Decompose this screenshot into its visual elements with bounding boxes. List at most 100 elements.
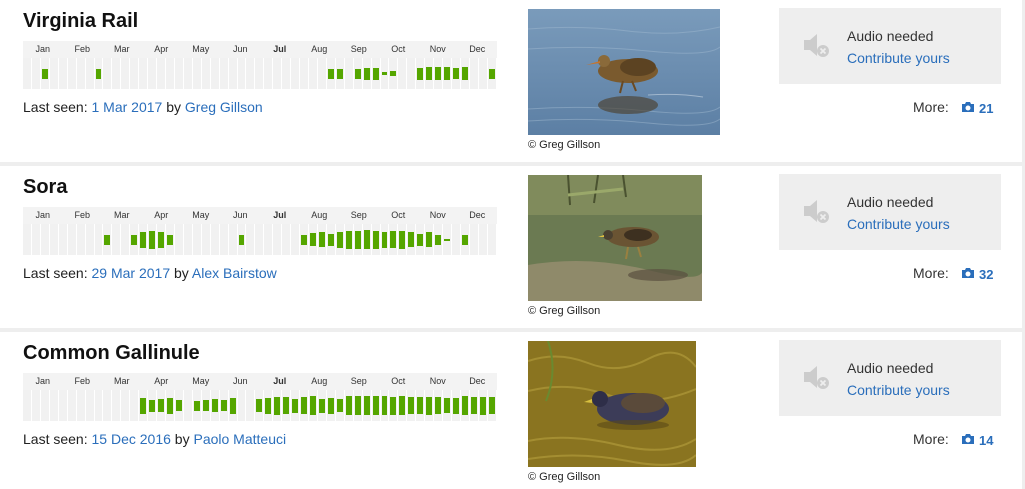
week-cell[interactable] [121,390,131,421]
week-cell[interactable] [94,390,104,421]
week-cell[interactable] [487,390,497,421]
week-cell[interactable] [443,390,452,421]
week-cell[interactable] [23,58,32,89]
week-cell[interactable] [371,390,381,421]
week-cell[interactable] [407,224,417,255]
week-cell[interactable] [389,390,399,421]
week-cell[interactable] [183,224,193,255]
week-cell[interactable] [148,390,158,421]
week-cell[interactable] [94,58,104,89]
week-cell[interactable] [362,224,372,255]
week-cell[interactable] [469,224,479,255]
week-cell[interactable] [49,224,59,255]
week-cell[interactable] [246,58,256,89]
week-cell[interactable] [487,224,497,255]
week-cell[interactable] [76,390,86,421]
week-cell[interactable] [317,58,327,89]
week-cell[interactable] [49,390,59,421]
week-cell[interactable] [291,58,301,89]
week-cell[interactable] [148,58,158,89]
week-cell[interactable] [398,390,408,421]
week-cell[interactable] [309,390,318,421]
contribute-audio-link[interactable]: Contribute yours [847,50,950,66]
week-cell[interactable] [344,58,354,89]
week-cell[interactable] [344,224,354,255]
week-cell[interactable] [210,224,220,255]
week-cell[interactable] [192,390,202,421]
week-cell[interactable] [452,58,461,89]
week-cell[interactable] [425,224,435,255]
week-cell[interactable] [335,224,345,255]
week-cell[interactable] [282,224,292,255]
week-cell[interactable] [237,224,247,255]
week-cell[interactable] [389,224,399,255]
week-cell[interactable] [255,58,265,89]
week-cell[interactable] [103,390,113,421]
week-cell[interactable] [76,224,86,255]
species-name[interactable]: Virginia Rail [23,10,138,33]
observer-link[interactable]: Paolo Matteuci [193,431,286,447]
week-cell[interactable] [344,390,354,421]
week-cell[interactable] [300,224,309,255]
week-cell[interactable] [264,224,274,255]
contribute-audio-link[interactable]: Contribute yours [847,216,950,232]
photo-count-link[interactable]: 32 [961,267,993,282]
week-cell[interactable] [487,58,497,89]
week-cell[interactable] [192,224,202,255]
week-cell[interactable] [398,58,408,89]
week-cell[interactable] [201,224,211,255]
week-cell[interactable] [76,58,86,89]
week-cell[interactable] [121,224,131,255]
week-cell[interactable] [210,58,220,89]
week-cell[interactable] [407,58,417,89]
week-cell[interactable] [112,390,122,421]
week-cell[interactable] [166,224,175,255]
week-cell[interactable] [219,390,229,421]
week-cell[interactable] [246,224,256,255]
week-cell[interactable] [228,224,238,255]
week-cell[interactable] [362,58,372,89]
week-cell[interactable] [416,58,426,89]
week-cell[interactable] [31,224,41,255]
week-cell[interactable] [219,224,229,255]
species-photo[interactable] [528,9,720,135]
week-cell[interactable] [452,224,461,255]
week-cell[interactable] [49,58,59,89]
week-cell[interactable] [23,390,32,421]
last-seen-date-link[interactable]: 1 Mar 2017 [92,99,163,115]
week-cell[interactable] [460,58,470,89]
week-cell[interactable] [174,224,184,255]
week-cell[interactable] [103,58,113,89]
observer-link[interactable]: Greg Gillson [185,99,263,115]
week-cell[interactable] [326,390,336,421]
week-cell[interactable] [201,390,211,421]
week-cell[interactable] [85,390,95,421]
week-cell[interactable] [434,390,444,421]
week-cell[interactable] [335,390,345,421]
week-cell[interactable] [112,58,122,89]
week-cell[interactable] [67,58,77,89]
species-name[interactable]: Sora [23,176,67,199]
week-cell[interactable] [282,58,292,89]
observer-link[interactable]: Alex Bairstow [192,265,277,281]
week-cell[interactable] [380,390,390,421]
week-cell[interactable] [148,224,158,255]
species-name[interactable]: Common Gallinule [23,342,200,365]
week-cell[interactable] [317,224,327,255]
week-cell[interactable] [67,224,77,255]
week-cell[interactable] [469,390,479,421]
week-cell[interactable] [31,390,41,421]
week-cell[interactable] [478,224,488,255]
week-cell[interactable] [255,224,265,255]
week-cell[interactable] [398,224,408,255]
week-cell[interactable] [326,58,336,89]
week-cell[interactable] [139,390,149,421]
week-cell[interactable] [407,390,417,421]
week-cell[interactable] [192,58,202,89]
week-cell[interactable] [389,58,399,89]
week-cell[interactable] [291,224,301,255]
week-cell[interactable] [237,390,247,421]
week-cell[interactable] [183,390,193,421]
week-cell[interactable] [264,390,274,421]
week-cell[interactable] [425,390,435,421]
